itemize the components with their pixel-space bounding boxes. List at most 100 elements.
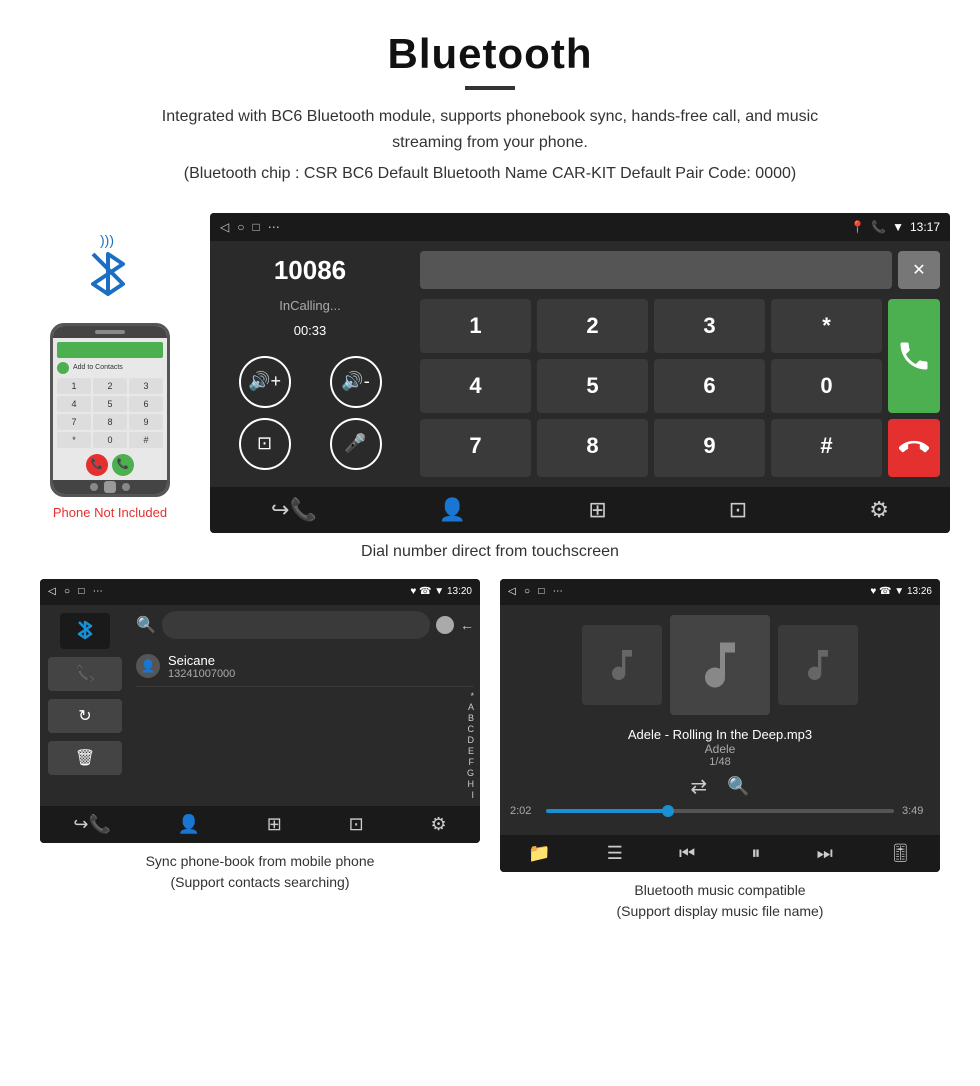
main-section: ))) Add to Contacts 1 2 3 4 <box>0 203 980 533</box>
shuffle-btn[interactable]: ⇄ <box>690 774 707 799</box>
bluetooth-svg <box>73 616 97 646</box>
phone-mockup: Add to Contacts 1 2 3 4 5 6 7 8 9 * 0 # <box>50 323 170 497</box>
call-transfer-nav-icon[interactable]: ↪📞 <box>271 497 317 523</box>
pb-nav-icons: ◁ ○ □ ⋯ <box>48 586 103 597</box>
key-6[interactable]: 6 <box>654 359 765 413</box>
contact-nav-icon[interactable]: 👤 <box>439 497 466 523</box>
music-status-right: ♥ ☎ ▼ 13:26 <box>870 586 932 597</box>
volume-up-btn[interactable]: 🔊+ <box>239 356 291 408</box>
music-next-icon[interactable]: ⏭ <box>817 843 833 864</box>
pb-contact-phone: 13241007000 <box>168 668 235 680</box>
transfer2-nav-icon[interactable]: ⊡ <box>729 497 747 523</box>
back-nav-icon[interactable]: ◁ <box>220 220 229 234</box>
pb-search-icon: 🔍 <box>136 615 156 635</box>
music-note-icon-left <box>602 645 642 685</box>
key-2[interactable]: 2 <box>537 299 648 353</box>
pb-contact-nav[interactable]: 👤 <box>178 814 200 835</box>
key-hash[interactable]: # <box>771 419 882 477</box>
pb-back-arrow[interactable]: ← <box>460 617 474 633</box>
status-left: ◁ ○ □ ⋯ <box>220 220 280 234</box>
square-nav-icon[interactable]: □ <box>252 220 259 234</box>
pb-sync-btn[interactable]: ↻ <box>48 699 122 733</box>
car-screen: ◁ ○ □ ⋯ 📍 📞 ▼ 13:17 10086 InCalling... 0… <box>210 213 950 533</box>
pb-content: 🔍 ← 👤 Seicane 13241007000 * <box>130 605 480 806</box>
music-artist: Adele <box>628 742 812 756</box>
answer-call-btn: 📞 <box>112 454 134 476</box>
phone-status-icon: 📞 <box>871 220 886 234</box>
call-button[interactable] <box>888 299 940 413</box>
key-3[interactable]: 3 <box>654 299 765 353</box>
dial-timer: 00:33 <box>294 323 327 338</box>
phone-contact-row: Add to Contacts <box>57 362 163 374</box>
key-8[interactable]: 8 <box>537 419 648 477</box>
phone-bottom-bar <box>53 480 167 494</box>
music-album-left <box>582 625 662 705</box>
key-4[interactable]: 4 <box>420 359 531 413</box>
car-bottom-nav: ↪📞 👤 ⊞ ⊡ ⚙ <box>210 487 950 533</box>
page-header: Bluetooth Integrated with BC6 Bluetooth … <box>0 0 980 203</box>
dial-input-box[interactable] <box>420 251 892 289</box>
pb-transfer-nav[interactable]: ⊡ <box>349 814 364 835</box>
music-title: Adele - Rolling In the Deep.mp3 <box>628 727 812 742</box>
backspace-btn[interactable]: ✕ <box>898 251 940 289</box>
phone-key: 7 <box>57 414 91 430</box>
phone-not-included-label: Phone Not Included <box>53 505 167 520</box>
phone-home-btn <box>104 481 116 493</box>
bluetooth-symbol: ))) <box>70 233 150 313</box>
end-call-button[interactable] <box>888 419 940 477</box>
music-progress-bar[interactable] <box>546 809 894 813</box>
transfer-btn[interactable]: ⊡ <box>239 418 291 470</box>
phone-back-btn <box>90 483 98 491</box>
dial-screen: 10086 InCalling... 00:33 🔊+ 🔊- ⊡ 🎤 ✕ 1 <box>210 241 950 487</box>
keypad-nav-icon[interactable]: ⊞ <box>588 497 606 523</box>
phone-key: 6 <box>129 396 163 412</box>
status-right: 📍 📞 ▼ 13:17 <box>850 220 940 234</box>
pb-bluetooth-icon <box>60 613 110 649</box>
phone-green-bar <box>57 342 163 358</box>
music-info: Adele - Rolling In the Deep.mp3 Adele 1/… <box>628 727 812 768</box>
keypad-grid: 1 2 3 * 4 5 6 0 <box>420 299 940 477</box>
phone-contact-icon <box>57 362 69 374</box>
pb-call-nav[interactable]: ↪📞 <box>73 814 111 835</box>
key-9[interactable]: 9 <box>654 419 765 477</box>
key-7[interactable]: 7 <box>420 419 531 477</box>
phonebook-screen: ◁ ○ □ ⋯ ♥ ☎ ▼ 13:20 📞 ↻ 🗑 <box>40 579 480 843</box>
music-progress-row: 2:02 3:49 <box>510 805 930 817</box>
music-play-icon[interactable]: ⏸ <box>751 843 760 864</box>
phone-key: 3 <box>129 378 163 394</box>
music-controls-row: ⇄ 🔍 <box>690 774 749 799</box>
volume-down-btn[interactable]: 🔊- <box>330 356 382 408</box>
pb-search-bar[interactable] <box>162 611 430 639</box>
pb-call-btn[interactable]: 📞 <box>48 657 122 691</box>
pb-delete-btn[interactable]: 🗑 <box>48 741 122 775</box>
music-screenshot: ◁ ○ □ ⋯ ♥ ☎ ▼ 13:26 <box>490 579 950 926</box>
phone-key: 8 <box>93 414 127 430</box>
dots-nav-icon[interactable]: ⋯ <box>268 220 280 234</box>
settings-nav-icon[interactable]: ⚙ <box>869 497 889 523</box>
dial-left-panel: 10086 InCalling... 00:33 🔊+ 🔊- ⊡ 🎤 <box>210 241 410 487</box>
pb-alpha-list: * A B C D E F G H I <box>136 687 474 800</box>
description-text: Integrated with BC6 Bluetooth module, su… <box>140 104 840 155</box>
music-eq-icon[interactable]: 🎚 <box>889 843 912 864</box>
key-asterisk[interactable]: * <box>771 299 882 353</box>
home-nav-icon[interactable]: ○ <box>237 220 244 234</box>
pb-grid-nav[interactable]: ⊞ <box>267 814 282 835</box>
phone-illustration: ))) Add to Contacts 1 2 3 4 <box>30 213 190 520</box>
pb-settings-nav[interactable]: ⚙ <box>430 814 446 835</box>
phonebook-caption: Sync phone-book from mobile phone (Suppo… <box>136 843 385 897</box>
pb-bottom-nav: ↪📞 👤 ⊞ ⊡ ⚙ <box>40 806 480 843</box>
pb-sidebar: 📞 ↻ 🗑 <box>40 605 130 806</box>
phonebook-screenshot: ◁ ○ □ ⋯ ♥ ☎ ▼ 13:20 📞 ↻ 🗑 <box>30 579 490 926</box>
key-0[interactable]: 0 <box>771 359 882 413</box>
end-call-icon <box>899 433 929 463</box>
music-search-btn[interactable]: 🔍 <box>727 776 749 797</box>
pb-contact-avatar: 👤 <box>136 654 160 678</box>
mute-btn[interactable]: 🎤 <box>330 418 382 470</box>
music-note-icon-right <box>798 645 838 685</box>
music-folder-icon[interactable]: 📁 <box>528 843 550 864</box>
music-prev-icon[interactable]: ⏮ <box>679 843 695 864</box>
music-progress-dot <box>662 805 674 817</box>
music-list-icon[interactable]: ☰ <box>607 843 623 864</box>
key-1[interactable]: 1 <box>420 299 531 353</box>
key-5[interactable]: 5 <box>537 359 648 413</box>
